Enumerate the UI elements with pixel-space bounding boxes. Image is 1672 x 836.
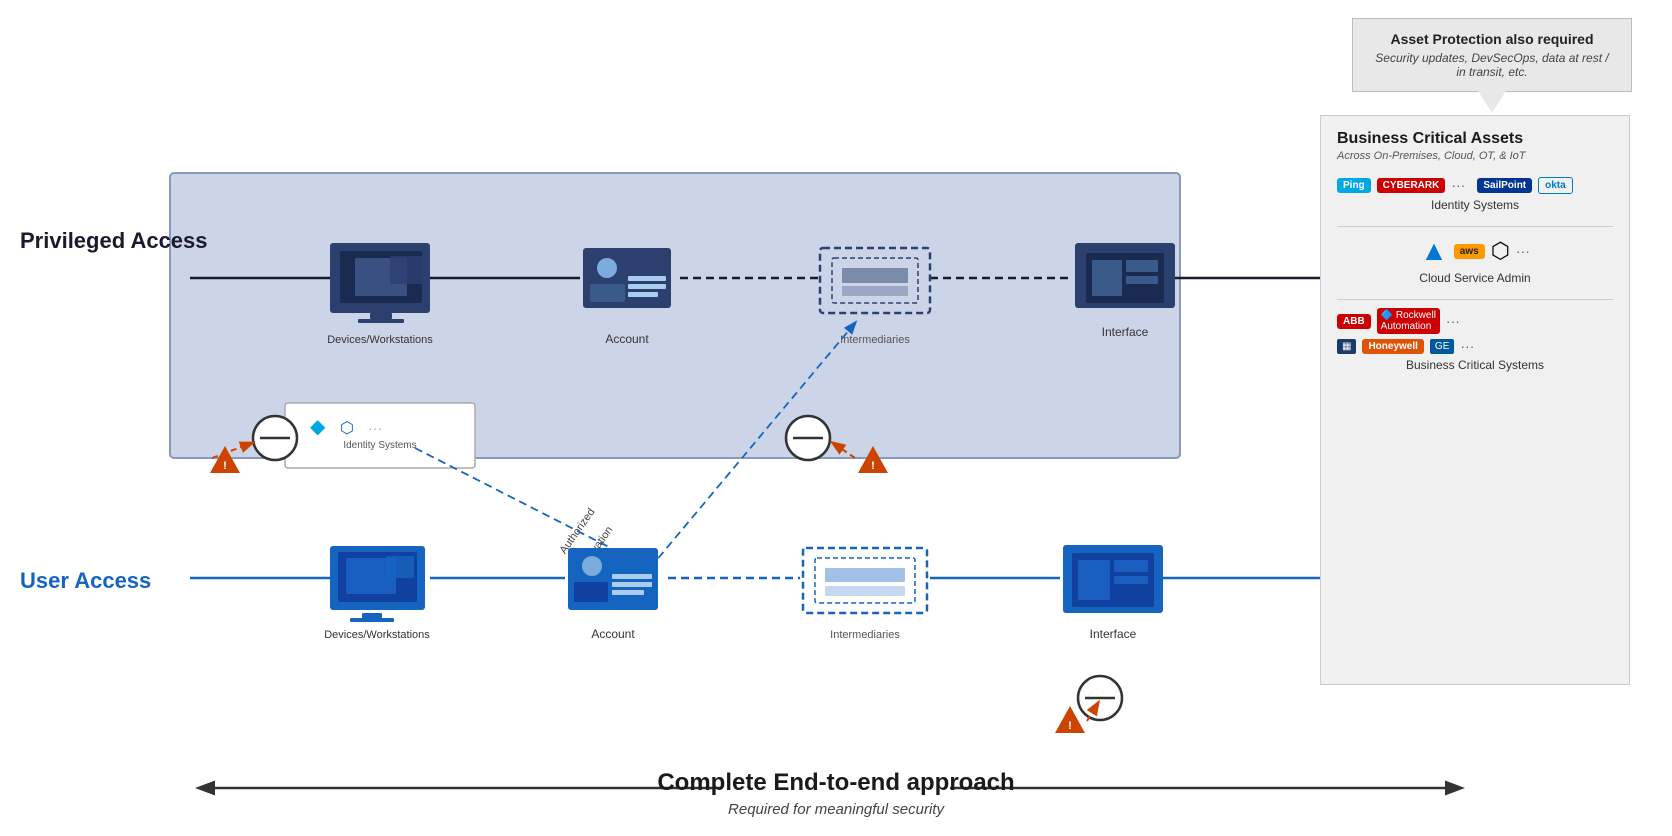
logo-ge: GE [1430, 339, 1454, 354]
logo-rockwell: 🔷 RockwellAutomation [1377, 308, 1440, 334]
logo-gcp-icon: ⬡ [1491, 238, 1510, 264]
bca-identity-systems: Ping CYBERARK ··· SailPoint okta Identit… [1337, 176, 1613, 212]
end-to-end-title: Complete End-to-end approach [0, 769, 1672, 797]
priv-interface-label: Interface [1102, 325, 1149, 339]
bca-business-critical: ABB 🔷 RockwellAutomation ··· ▦ Honeywell… [1337, 308, 1613, 372]
cloud-service-cat-label: Cloud Service Admin [1337, 271, 1613, 285]
dots-bcs2: ··· [1460, 338, 1474, 354]
logo-sailpoint: SailPoint [1477, 178, 1532, 193]
priv-account-label: Account [605, 332, 649, 346]
bca-title: Business Critical Assets [1337, 130, 1613, 148]
dots-identity: ··· [1451, 177, 1465, 193]
logo-azure-icon: ▲ [1420, 235, 1448, 267]
dots-bcs1: ··· [1446, 313, 1460, 329]
logo-ms: ▦ [1337, 339, 1356, 354]
business-critical-cat-label: Business Critical Systems [1337, 358, 1613, 372]
bottom-section: Complete End-to-end approach Required fo… [0, 769, 1672, 818]
svg-text:!: ! [1068, 720, 1072, 732]
logo-ping: Ping [1337, 178, 1371, 193]
user-interface-label: Interface [1090, 627, 1137, 641]
user-intermediaries-label: Intermediaries [830, 629, 900, 641]
logo-okta: okta [1538, 177, 1573, 194]
logo-honeywell: Honeywell [1362, 339, 1423, 354]
bca-cloud-service: ▲ aws ⬡ ··· Cloud Service Admin [1337, 235, 1613, 285]
logo-aws: aws [1454, 244, 1485, 259]
svg-text:!: ! [223, 460, 227, 472]
logo-cyberark: CYBERARK [1377, 178, 1446, 193]
identity-systems-cat-label: Identity Systems [1337, 198, 1613, 212]
identity-systems-label: Identity Systems [343, 440, 416, 451]
svg-text:!: ! [871, 460, 875, 472]
privileged-access-label: Privileged Access [20, 228, 208, 253]
dots-cloud: ··· [1516, 243, 1530, 259]
user-devices-label: Devices/Workstations [324, 629, 430, 641]
user-account-label: Account [591, 627, 635, 641]
logo-abb: ABB [1337, 314, 1371, 329]
priv-devices-label: Devices/Workstations [327, 334, 433, 346]
svg-text:···: ··· [368, 420, 382, 436]
end-to-end-sub: Required for meaningful security [0, 801, 1672, 818]
svg-text:⬡: ⬡ [340, 420, 354, 437]
priv-intermediaries-label: Intermediaries [840, 334, 910, 346]
bca-panel: Business Critical Assets Across On-Premi… [1320, 115, 1630, 685]
user-access-label: User Access [20, 568, 151, 593]
svg-text:◆: ◆ [310, 416, 326, 438]
bca-subtitle: Across On-Premises, Cloud, OT, & IoT [1337, 150, 1613, 162]
